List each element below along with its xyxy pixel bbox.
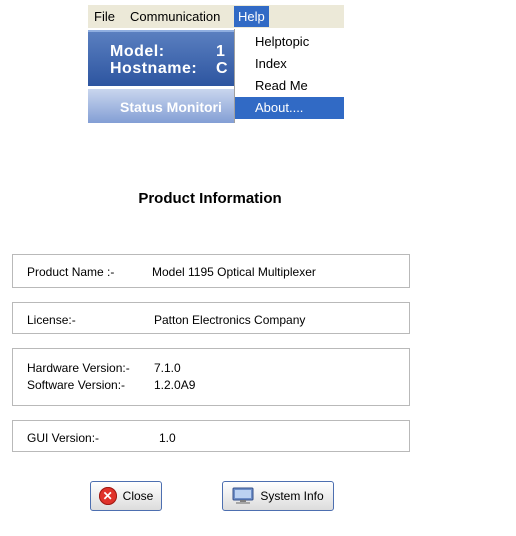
system-info-button-label: System Info bbox=[260, 489, 324, 503]
computer-icon bbox=[232, 487, 254, 504]
dialog-title: Product Information bbox=[138, 190, 282, 207]
product-name-value: Model 1195 Optical Multiplexer bbox=[152, 265, 316, 279]
hostname-value: C bbox=[216, 60, 228, 77]
status-monitoring-tab[interactable]: Status Monitori bbox=[88, 87, 238, 123]
close-icon: ✕ bbox=[98, 487, 117, 505]
system-info-button[interactable]: System Info bbox=[222, 481, 334, 511]
gui-version-box: GUI Version:- 1.0 bbox=[12, 420, 410, 452]
close-button-label: Close bbox=[122, 489, 154, 503]
app-screenshot-crop: File Communication Help Model: 1 Hostnam… bbox=[88, 5, 344, 123]
gui-version-label: GUI Version:- bbox=[27, 431, 100, 445]
status-monitoring-label: Status Monitori bbox=[120, 99, 222, 115]
help-dropdown-menu: Helptopic Index Read Me About.... bbox=[234, 29, 344, 123]
menu-item-index[interactable]: Index bbox=[235, 53, 344, 75]
software-version-value: 1.2.0A9 bbox=[154, 378, 196, 392]
menu-file[interactable]: File bbox=[90, 5, 119, 28]
menu-item-helptopic[interactable]: Helptopic bbox=[235, 31, 344, 53]
menu-communication[interactable]: Communication bbox=[126, 5, 224, 28]
device-header: Model: 1 Hostname: C bbox=[88, 30, 238, 86]
model-label: Model: bbox=[110, 43, 165, 60]
gui-version-value: 1.0 bbox=[159, 431, 176, 445]
close-button[interactable]: ✕ Close bbox=[90, 481, 162, 511]
product-name-label: Product Name :- bbox=[27, 265, 115, 279]
hostname-label: Hostname: bbox=[110, 60, 198, 77]
model-value: 1 bbox=[216, 43, 225, 60]
menu-help[interactable]: Help bbox=[234, 6, 269, 27]
hardware-version-value: 7.1.0 bbox=[154, 361, 181, 375]
menu-bar: File Communication Help bbox=[88, 5, 344, 28]
license-value: Patton Electronics Company bbox=[154, 313, 306, 327]
menu-item-about[interactable]: About.... bbox=[235, 97, 344, 119]
license-box: License:- Patton Electronics Company bbox=[12, 302, 410, 334]
software-version-label: Software Version:- bbox=[27, 378, 126, 392]
product-name-box: Product Name :- Model 1195 Optical Multi… bbox=[12, 254, 410, 288]
version-box: Hardware Version:- 7.1.0 Software Versio… bbox=[12, 348, 410, 406]
license-label: License:- bbox=[27, 313, 76, 327]
hardware-version-label: Hardware Version:- bbox=[27, 361, 130, 375]
menu-item-readme[interactable]: Read Me bbox=[235, 75, 344, 97]
